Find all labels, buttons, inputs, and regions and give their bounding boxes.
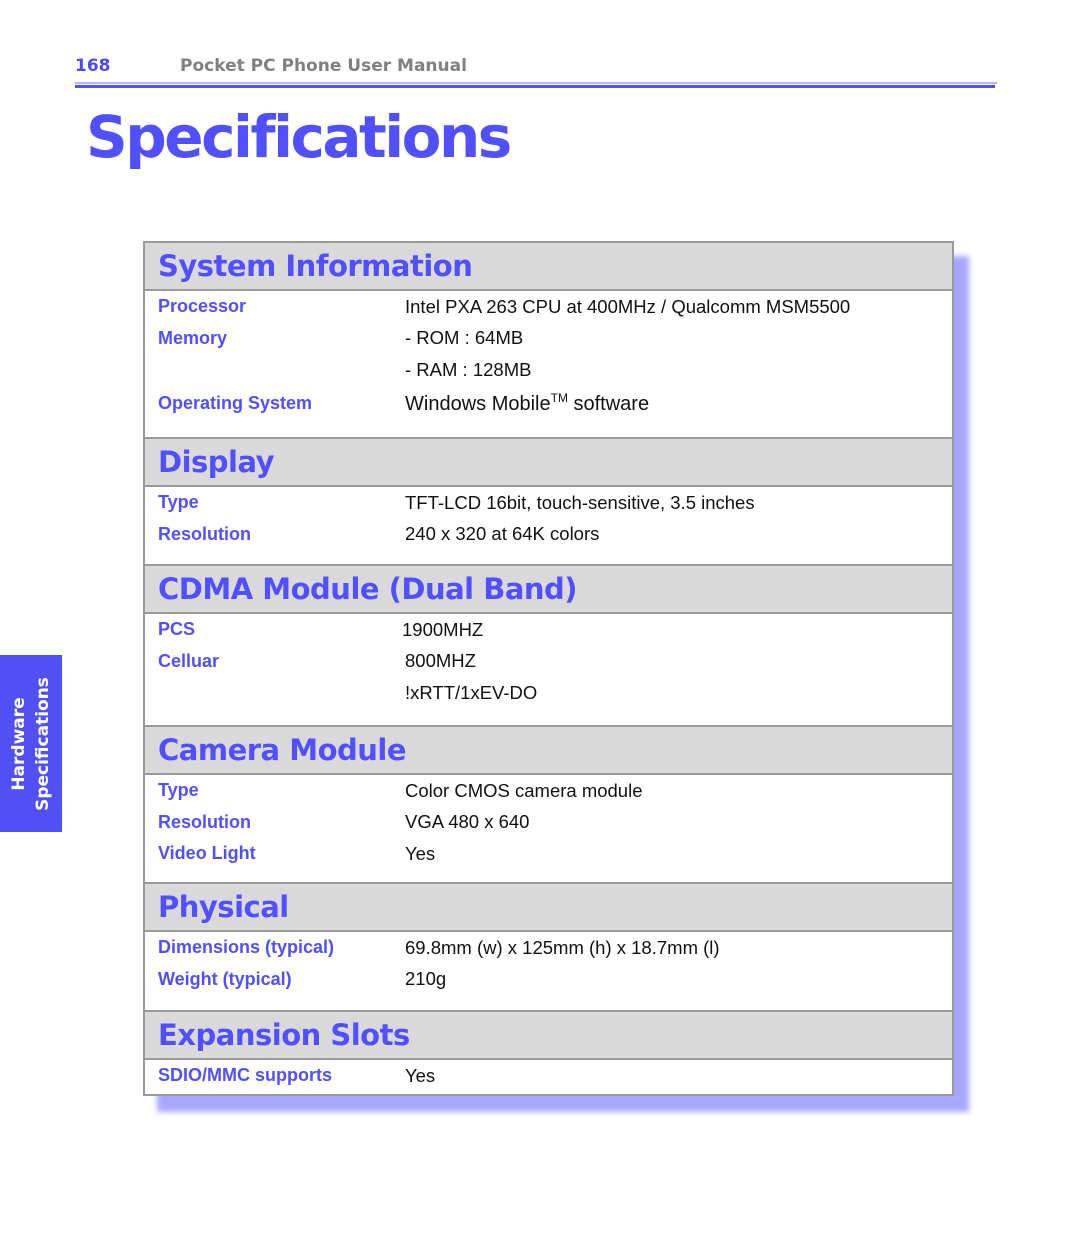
spec-value: Yes	[405, 842, 436, 864]
spec-row-processor: Processor Intel PXA 263 CPU at 400MHz / …	[145, 291, 952, 323]
section-body-physical: Dimensions (typical) 69.8mm (w) x 125mm …	[145, 932, 952, 1012]
os-suffix: software	[567, 393, 650, 415]
spec-label: PCS	[158, 619, 196, 640]
spec-value: Yes	[405, 1064, 436, 1086]
section-title: System Information	[158, 248, 473, 283]
spec-value: 1900MHZ	[402, 618, 484, 640]
spec-row-pcs: PCS 1900MHZ	[145, 614, 952, 646]
spec-row-dimensions: Dimensions (typical) 69.8mm (w) x 125mm …	[145, 932, 952, 964]
spec-value: 800MHZ	[405, 650, 476, 672]
spec-label: Operating System	[158, 393, 313, 413]
side-tab-hardware-specifications: Hardware Specifications	[0, 655, 62, 832]
spec-value: VGA 480 x 640	[405, 811, 530, 833]
header-divider	[75, 85, 995, 88]
os-name: Windows Mobile	[405, 393, 551, 415]
section-header-system-information: System Information	[145, 243, 952, 291]
spec-row-weight: Weight (typical) 210g	[145, 964, 952, 996]
spec-label: Processor	[158, 296, 247, 317]
spec-row-sdio-mmc: SDIO/MMC supports Yes	[145, 1060, 952, 1092]
spec-label: Resolution	[158, 811, 251, 832]
header-divider-light	[75, 82, 997, 84]
section-body-cdma-module: PCS 1900MHZ Celluar 800MHZ !xRTT/1xEV-DO	[145, 614, 952, 727]
spec-label: Type	[158, 780, 199, 801]
spec-row-type: Type Color CMOS camera module	[145, 775, 952, 807]
spec-label: Celluar	[158, 650, 220, 671]
section-title: Physical	[158, 889, 289, 924]
spec-value: - ROM : 64MB	[405, 327, 524, 349]
spec-label: Weight (typical)	[158, 968, 292, 989]
page-header: 168 Pocket PC Phone User Manual	[75, 52, 997, 92]
section-title: Expansion Slots	[158, 1017, 410, 1052]
spec-value: 240 x 320 at 64K colors	[405, 523, 600, 545]
spec-table: System Information Processor Intel PXA 2…	[143, 241, 954, 1096]
spec-row-cellular: Celluar 800MHZ	[145, 646, 952, 678]
spec-row-operating-system: Operating System Windows MobileTM softwa…	[145, 386, 952, 422]
spec-label: Dimensions (typical)	[158, 937, 335, 958]
spec-label: Resolution	[158, 523, 251, 544]
spec-label: SDIO/MMC supports	[158, 1065, 332, 1086]
spec-row-type: Type TFT-LCD 16bit, touch-sensitive, 3.5…	[145, 487, 952, 519]
trademark-mark: TM	[550, 391, 568, 405]
side-tab-label: Hardware Specifications	[7, 677, 55, 811]
spec-label: Memory	[158, 327, 228, 348]
side-tab-line1: Hardware	[9, 696, 30, 791]
section-body-system-information: Processor Intel PXA 263 CPU at 400MHz / …	[145, 291, 952, 439]
section-header-display: Display	[145, 439, 952, 487]
section-header-physical: Physical	[145, 884, 952, 932]
spec-label: Type	[158, 492, 199, 513]
spec-value: !xRTT/1xEV-DO	[405, 681, 538, 703]
spec-row-resolution: Resolution VGA 480 x 640	[145, 807, 952, 839]
section-body-display: Type TFT-LCD 16bit, touch-sensitive, 3.5…	[145, 487, 952, 566]
section-header-camera-module: Camera Module	[145, 727, 952, 775]
page-title: Specifications	[86, 103, 512, 171]
spec-value: TFT-LCD 16bit, touch-sensitive, 3.5 inch…	[405, 491, 755, 513]
spec-value: 210g	[405, 968, 447, 990]
spec-value: Intel PXA 263 CPU at 400MHz / Qualcomm M…	[405, 295, 851, 317]
spec-value: - RAM : 128MB	[405, 358, 532, 380]
spec-label: Video Light	[158, 843, 256, 864]
manual-title: Pocket PC Phone User Manual	[180, 56, 467, 76]
section-title: CDMA Module (Dual Band)	[158, 571, 578, 606]
spec-row-memory-ram: - RAM : 128MB	[145, 354, 952, 386]
section-header-cdma-module: CDMA Module (Dual Band)	[145, 566, 952, 614]
spec-row-memory: Memory - ROM : 64MB	[145, 323, 952, 355]
spec-row-protocol: !xRTT/1xEV-DO	[145, 677, 952, 709]
spec-row-resolution: Resolution 240 x 320 at 64K colors	[145, 519, 952, 551]
spec-value: Windows MobileTM software	[405, 391, 649, 416]
section-title: Display	[158, 444, 275, 479]
section-body-expansion-slots: SDIO/MMC supports Yes	[145, 1060, 952, 1094]
side-tab-line2: Specifications	[33, 676, 54, 811]
spec-value: 69.8mm (w) x 125mm (h) x 18.7mm (l)	[405, 936, 720, 958]
section-body-camera-module: Type Color CMOS camera module Resolution…	[145, 775, 952, 884]
spec-value: Color CMOS camera module	[405, 779, 643, 801]
section-title: Camera Module	[158, 732, 407, 767]
spec-row-video-light: Video Light Yes	[145, 838, 952, 870]
section-header-expansion-slots: Expansion Slots	[145, 1012, 952, 1060]
page-number: 168	[75, 56, 111, 76]
